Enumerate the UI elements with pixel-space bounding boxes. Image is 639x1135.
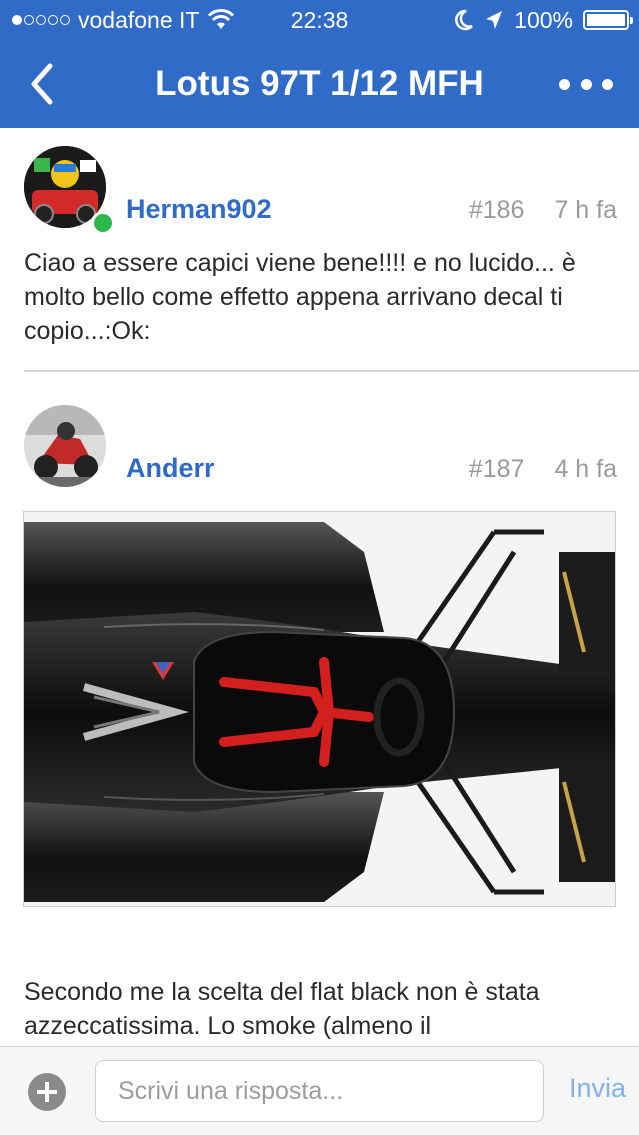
add-attachment-button[interactable] <box>28 1073 66 1111</box>
car-photo <box>24 512 615 906</box>
status-bar: vodafone IT 22:38 100% <box>0 0 639 40</box>
username[interactable]: Anderr <box>126 453 215 484</box>
post-time: 7 h fa <box>554 196 617 224</box>
more-options-button[interactable] <box>559 70 613 98</box>
post-text: Ciao a essere capici viene bene!!!! e no… <box>24 249 576 345</box>
page-title: Lotus 97T 1/12 MFH <box>155 64 484 103</box>
post-image[interactable] <box>23 511 616 907</box>
moon-icon <box>455 9 474 31</box>
nav-bar: Lotus 97T 1/12 MFH <box>0 40 639 128</box>
reply-bar: Invia <box>0 1046 639 1135</box>
dot-icon <box>559 78 570 90</box>
app-header: vodafone IT 22:38 100% Lotus 97T 1/12 MF… <box>0 0 639 128</box>
post-number: #187 <box>468 455 525 483</box>
online-status-badge <box>91 211 115 235</box>
post-meta: #187 4 h fa <box>469 455 617 484</box>
reply-input[interactable] <box>95 1060 544 1122</box>
dot-icon <box>602 78 613 90</box>
battery-icon <box>583 10 633 30</box>
post-time: 4 h fa <box>554 455 617 483</box>
post-186: Herman902 #186 7 h fa Ciao a essere capi… <box>0 128 639 373</box>
chevron-left-icon <box>31 63 53 105</box>
post-number: #186 <box>468 196 525 224</box>
status-right: 100% <box>454 0 633 40</box>
location-arrow-icon <box>486 11 503 29</box>
post-meta: #186 7 h fa <box>469 196 617 225</box>
post-text: Secondo me la scelta del flat black non … <box>24 978 540 1040</box>
divider <box>24 370 639 372</box>
avatar[interactable] <box>24 405 106 487</box>
dot-icon <box>580 78 592 90</box>
send-button[interactable]: Invia <box>569 1073 626 1104</box>
battery-percent: 100% <box>514 7 573 33</box>
username[interactable]: Herman902 <box>126 194 272 225</box>
avatar-image <box>24 405 106 487</box>
back-button[interactable] <box>24 60 64 108</box>
